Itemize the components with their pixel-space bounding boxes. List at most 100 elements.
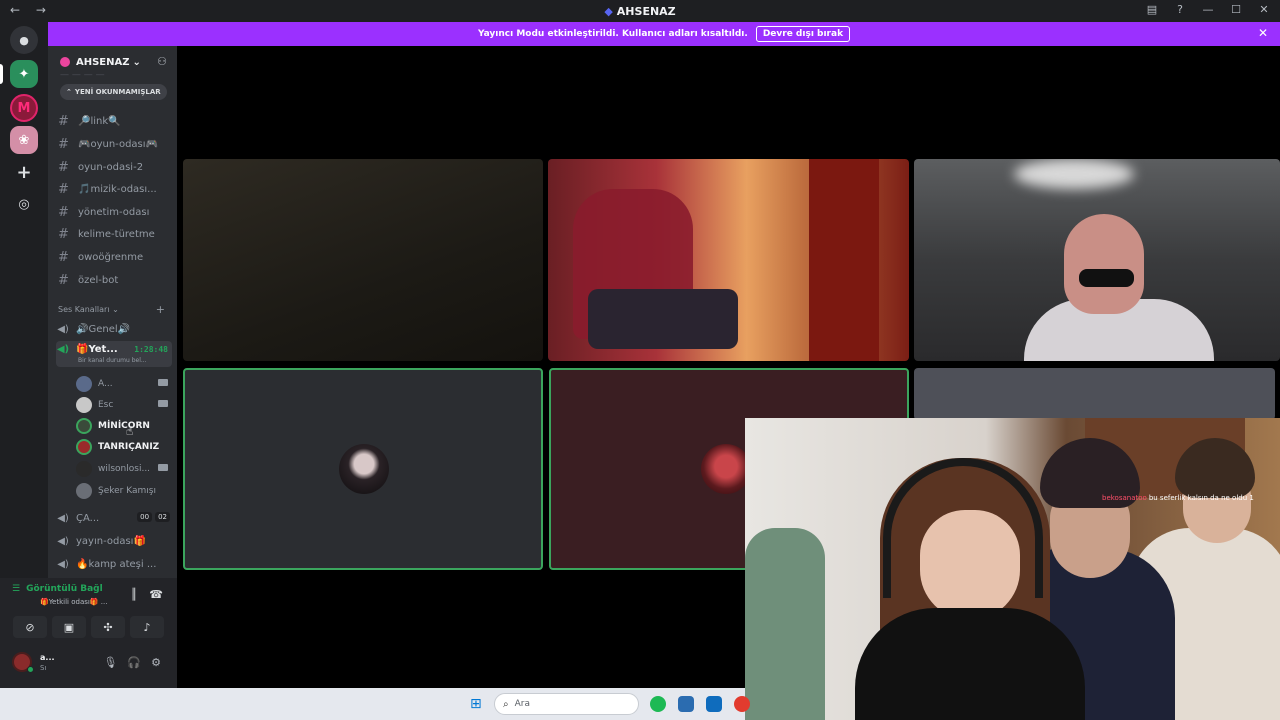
disconnect-icon[interactable]: ☎ — [149, 588, 163, 601]
chevron-down-icon: ⌄ — [132, 56, 141, 68]
signal-icon: ☰ — [12, 584, 21, 594]
avatar — [76, 397, 92, 413]
hash-icon: # — [58, 159, 69, 175]
server-icon-pink[interactable]: ❀ — [10, 126, 38, 154]
speaker-icon: ◀) — [57, 558, 69, 570]
voice-member[interactable]: TANRIÇANIZ — [76, 437, 168, 457]
channel-link[interactable]: # 🔎link🔍 — [58, 111, 121, 131]
voice-channel-kamp-atesi[interactable]: ◀) 🔥kamp ateşi ... — [56, 553, 172, 575]
channel-status-text: Bir kanal durumu bel... — [78, 357, 147, 364]
explore-icon[interactable]: ◎ — [10, 190, 38, 218]
voice-member[interactable]: wilsonlosi... — [76, 459, 168, 479]
store-icon[interactable] — [678, 696, 694, 712]
channel-kelime-turetme[interactable]: # kelime-türetme — [58, 224, 155, 244]
disable-streamer-mode-button[interactable]: Devre dışı bırak — [755, 26, 851, 42]
channel-oyun-odasi[interactable]: # 🎮oyun-odası🎮 — [58, 134, 158, 154]
voice-channel-label: yayın-odası🎁 — [76, 535, 146, 547]
taskbar-search[interactable]: ⌕ Ara — [494, 693, 639, 715]
voice-member[interactable]: A... — [76, 374, 168, 394]
windows-start-icon[interactable]: ⊞ — [470, 696, 482, 712]
channel-owoogrenme[interactable]: # owoöğrenme — [58, 247, 143, 267]
maximize-icon[interactable]: ☐ — [1230, 3, 1242, 16]
settings-gear-icon[interactable]: ⚙ — [151, 656, 161, 669]
camera-icon — [158, 400, 168, 407]
close-icon[interactable]: ✕ — [1258, 26, 1268, 40]
voice-channel-label: 🔥kamp ateşi ... — [76, 558, 157, 570]
activities-button[interactable]: ✣ — [91, 616, 125, 638]
minimize-icon[interactable]: — — [1202, 3, 1214, 16]
os-taskbar: ⊞ ⌕ Ara — [0, 688, 750, 720]
camera-off-button[interactable]: ⊘ — [13, 616, 47, 638]
camera-icon — [158, 464, 168, 471]
stream-chat-message: bekosanatoo bu seferlik kalsın da ne oldu… — [1102, 494, 1254, 502]
member-name: wilsonlosi... — [98, 464, 151, 474]
video-tile[interactable] — [183, 159, 543, 361]
camera-off-icon: ⊘ — [25, 620, 35, 634]
soundboard-button[interactable]: ♪ — [130, 616, 164, 638]
microphone-icon[interactable]: 🎙 — [103, 656, 117, 669]
channel-label: owoöğrenme — [78, 251, 144, 263]
avatar — [76, 418, 92, 434]
new-unreads-pill[interactable]: ⌃ YENİ OKUNMAMIŞLAR — [60, 84, 167, 100]
hash-icon: # — [58, 226, 69, 242]
participant-tile-speaking[interactable] — [183, 368, 543, 570]
voice-channel-genel[interactable]: ◀) 🔊Genel🔊 — [56, 318, 172, 340]
channel-label: 🔎link🔍 — [78, 115, 121, 127]
voice-member[interactable]: Esc — [76, 395, 168, 415]
avatar — [76, 376, 92, 392]
speaker-icon: ◀) — [56, 344, 70, 355]
faded-channel: — — — — — [60, 70, 105, 80]
channel-yonetim-odasi[interactable]: # yönetim-odası — [58, 202, 149, 222]
voice-status-text: Görüntülü Bağl — [26, 584, 103, 594]
voice-connected-status: ☰ Görüntülü Bağl — [12, 584, 103, 594]
user-count-badges: 00 02 — [137, 512, 170, 522]
hash-icon: # — [58, 204, 69, 220]
webcam-content — [855, 608, 1085, 720]
video-content — [1079, 269, 1134, 287]
inbox-icon[interactable]: ▤ — [1146, 3, 1158, 16]
channel-label: 🎵mizik-odası... — [78, 183, 157, 195]
voice-member[interactable]: Şeker Kamışı — [76, 481, 168, 501]
outlook-icon[interactable] — [706, 696, 722, 712]
voice-channel-yayin-odasi[interactable]: ◀) yayın-odası🎁 — [56, 530, 172, 552]
screen-share-button[interactable]: ▣ — [52, 616, 86, 638]
channel-label: yönetim-odası — [78, 206, 150, 218]
hash-icon: # — [58, 181, 69, 197]
channel-oyun-odasi-2[interactable]: # oyun-odasi-2 — [58, 157, 143, 177]
add-channel-icon[interactable]: + — [156, 303, 165, 316]
app-logo-icon: ◆ — [604, 5, 613, 18]
channel-label: 🎮oyun-odası🎮 — [78, 138, 158, 150]
call-timer: 1:28:48 — [134, 345, 168, 354]
voice-category-header[interactable]: Ses Kanalları ⌄ — [58, 305, 119, 314]
noise-suppression-icon[interactable]: ║ — [131, 588, 138, 601]
hash-icon: # — [58, 272, 69, 288]
discord-home-icon[interactable]: ● — [10, 26, 38, 54]
count-badge: 00 — [137, 512, 153, 522]
close-window-icon[interactable]: ✕ — [1258, 3, 1270, 16]
mouse-cursor-icon: ☝ — [126, 424, 134, 438]
server-icon-active[interactable]: ✦ — [10, 60, 38, 88]
video-tile[interactable] — [914, 159, 1280, 361]
voice-channel-active[interactable]: ◀) 🎁Yet... 1:28:48 Bir kanal durumu bel.… — [56, 341, 172, 367]
headphones-icon[interactable]: 🎧 — [127, 656, 141, 669]
member-name: MİNİCORN — [98, 421, 150, 431]
video-tile[interactable] — [548, 159, 909, 361]
hash-icon: # — [58, 113, 69, 129]
channel-mizik-odasi[interactable]: # 🎵mizik-odası... — [58, 179, 157, 199]
voice-channel-ca[interactable]: ◀) ÇA... 00 02 — [56, 507, 172, 529]
help-icon[interactable]: ? — [1174, 3, 1186, 16]
camera-icon — [158, 379, 168, 386]
member-name: Esc — [98, 400, 114, 410]
channel-ozel-bot[interactable]: # özel-bot — [58, 270, 118, 290]
voice-member[interactable]: MİNİCORN — [76, 416, 168, 436]
channel-label: özel-bot — [78, 274, 119, 286]
add-server-icon[interactable]: + — [10, 158, 38, 186]
invite-people-icon[interactable]: ⚇ — [157, 55, 167, 68]
webcam-content — [745, 528, 825, 720]
spotify-icon[interactable] — [650, 696, 666, 712]
voice-channel-name[interactable]: 🎁Yetkili odası🎁 ... — [40, 598, 107, 606]
browser-icon[interactable] — [734, 696, 750, 712]
channel-label: kelime-türetme — [78, 228, 155, 240]
server-icon-m[interactable]: M — [10, 94, 38, 122]
participant-tile[interactable] — [914, 368, 1275, 420]
